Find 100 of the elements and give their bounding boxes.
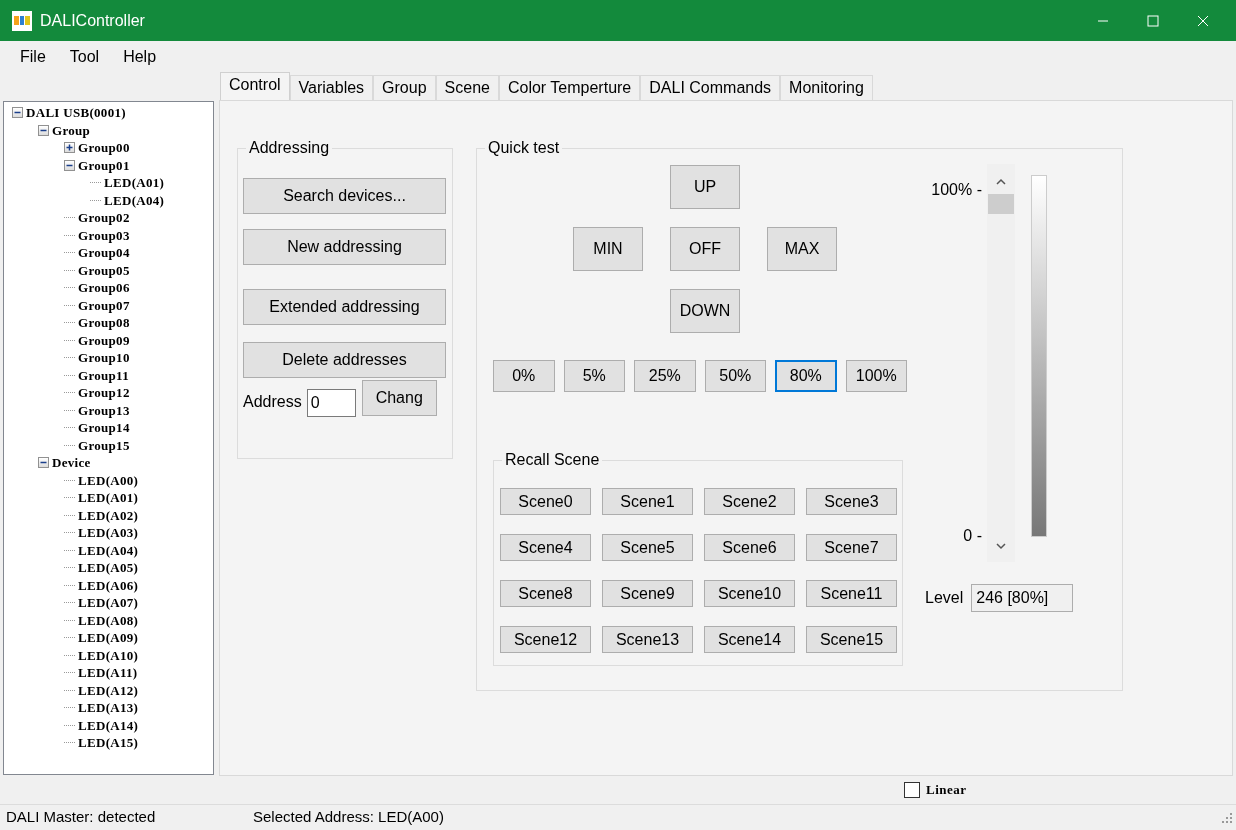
tree-item[interactable]: Group12 [78, 386, 130, 400]
tab[interactable]: Group [373, 75, 436, 100]
expand-icon[interactable] [64, 142, 75, 154]
tab[interactable]: Scene [435, 75, 499, 100]
tree-item[interactable]: LED(A05) [78, 561, 139, 575]
scene-button[interactable]: Scene7 [806, 534, 897, 561]
tree-item[interactable]: LED(A04) [78, 543, 139, 557]
action-button[interactable]: Search devices... [243, 178, 446, 214]
tree-item[interactable]: DALI USB(0001) [26, 106, 126, 120]
collapse-icon[interactable] [64, 159, 75, 171]
preset-button[interactable]: 0% [493, 360, 555, 392]
control-button[interactable]: MAX [767, 227, 837, 271]
address-field[interactable]: 0 [306, 389, 356, 417]
scene-button[interactable]: Scene5 [602, 534, 693, 561]
tree-item[interactable]: LED(A13) [78, 701, 139, 715]
tree-item[interactable]: Group13 [78, 403, 130, 417]
tree-item[interactable]: Group08 [78, 316, 130, 330]
tab[interactable]: Color Temperture [498, 75, 641, 100]
tree-item[interactable]: LED(A14) [78, 718, 139, 732]
scene-button[interactable]: Scene11 [806, 580, 897, 607]
action-button[interactable]: Extended addressing [243, 289, 446, 325]
tree-item[interactable]: LED(A01) [104, 176, 165, 190]
scene-button[interactable]: Scene6 [704, 534, 795, 561]
tree-item[interactable]: Group14 [78, 421, 130, 435]
maximize-icon[interactable] [1147, 14, 1159, 27]
tree-item[interactable]: Group07 [78, 298, 130, 312]
tree-item[interactable]: Group03 [78, 228, 130, 242]
tree-item[interactable]: Group01 [78, 158, 130, 172]
tree-item[interactable]: LED(A01) [78, 491, 139, 505]
tree-item[interactable]: LED(A11) [78, 666, 138, 680]
action-button[interactable]: New addressing [243, 229, 446, 265]
collapse-icon[interactable] [38, 124, 49, 136]
preset-button[interactable]: 25% [634, 360, 696, 392]
tree-item[interactable]: LED(A08) [78, 613, 139, 627]
group-title: Addressing [246, 139, 333, 157]
scene-button[interactable]: Scene2 [704, 488, 795, 515]
collapse-icon[interactable] [12, 107, 23, 119]
menu-item[interactable]: Tool [57, 44, 112, 69]
preset-button[interactable]: 80% [775, 360, 837, 392]
tree-item[interactable]: LED(A15) [78, 736, 139, 750]
tree-item[interactable]: LED(A06) [78, 578, 139, 592]
slider-thumb[interactable] [988, 193, 1014, 214]
tree-item[interactable]: Group02 [78, 211, 130, 225]
scene-button[interactable]: Scene14 [704, 626, 795, 653]
preset-button[interactable]: 5% [563, 360, 625, 392]
scene-button[interactable]: Scene8 [500, 580, 591, 607]
tree-item[interactable]: LED(A03) [78, 526, 139, 540]
scene-button[interactable]: Scene10 [704, 580, 795, 607]
scale-label: 0 - [963, 526, 982, 546]
tree-item[interactable]: LED(A02) [78, 508, 139, 522]
tree-item[interactable]: LED(A10) [78, 648, 139, 662]
tree-item[interactable]: Group09 [78, 333, 130, 347]
level-field[interactable]: 246 [80%] [971, 584, 1074, 612]
tree-item[interactable]: LED(A04) [104, 193, 165, 207]
app-logo-icon [12, 10, 32, 31]
change-button[interactable]: Chang [361, 380, 437, 416]
tree-item[interactable]: Group11 [78, 368, 129, 382]
preset-button[interactable]: 100% [845, 360, 907, 392]
tree-item[interactable]: Group10 [78, 351, 130, 365]
linear-checkbox[interactable] [904, 782, 920, 798]
scene-button[interactable]: Scene15 [806, 626, 897, 653]
tab[interactable]: Variables [289, 75, 374, 100]
scene-button[interactable]: Scene3 [806, 488, 897, 515]
close-icon[interactable] [1197, 14, 1209, 27]
tree-item[interactable]: Device [52, 456, 91, 470]
level-label: Level [925, 588, 964, 608]
menu-item[interactable]: Help [111, 44, 169, 69]
scene-button[interactable]: Scene13 [602, 626, 693, 653]
tree-item[interactable]: Group05 [78, 263, 130, 277]
tree-item[interactable]: Group06 [78, 281, 130, 295]
tree-item[interactable]: Group04 [78, 246, 130, 260]
tab[interactable]: Monitoring [780, 75, 873, 100]
scene-button[interactable]: Scene0 [500, 488, 591, 515]
scene-button[interactable]: Scene12 [500, 626, 591, 653]
status-text: DALI Master: detected [6, 807, 157, 828]
tree-item[interactable]: LED(A00) [78, 473, 139, 487]
tree-item[interactable]: LED(A07) [78, 596, 139, 610]
tree-item[interactable]: Group15 [78, 438, 130, 452]
menu-item[interactable]: File [8, 44, 58, 69]
group-title: Quick test [485, 139, 563, 157]
status-text: Selected Address: LED(A00) [253, 807, 444, 828]
tree-item[interactable]: Group00 [78, 141, 130, 155]
tree-item[interactable]: LED(A09) [78, 631, 139, 645]
control-button[interactable]: DOWN [670, 289, 740, 333]
control-button[interactable]: MIN [573, 227, 643, 271]
scene-button[interactable]: Scene4 [500, 534, 591, 561]
control-button[interactable]: UP [670, 165, 740, 209]
checkbox-label: Linear [926, 781, 967, 800]
tree-item[interactable]: Group [52, 123, 91, 137]
action-button[interactable]: Delete addresses [243, 342, 446, 378]
preset-button[interactable]: 50% [704, 360, 766, 392]
collapse-icon[interactable] [38, 457, 49, 469]
scene-button[interactable]: Scene1 [602, 488, 693, 515]
address-label: Address [243, 392, 302, 412]
control-button[interactable]: OFF [670, 227, 740, 271]
window-title: DALIController [40, 10, 145, 31]
scene-button[interactable]: Scene9 [602, 580, 693, 607]
tree-item[interactable]: LED(A12) [78, 683, 139, 697]
tab[interactable]: DALI Commands [640, 75, 781, 100]
tab[interactable]: Control [220, 72, 290, 100]
